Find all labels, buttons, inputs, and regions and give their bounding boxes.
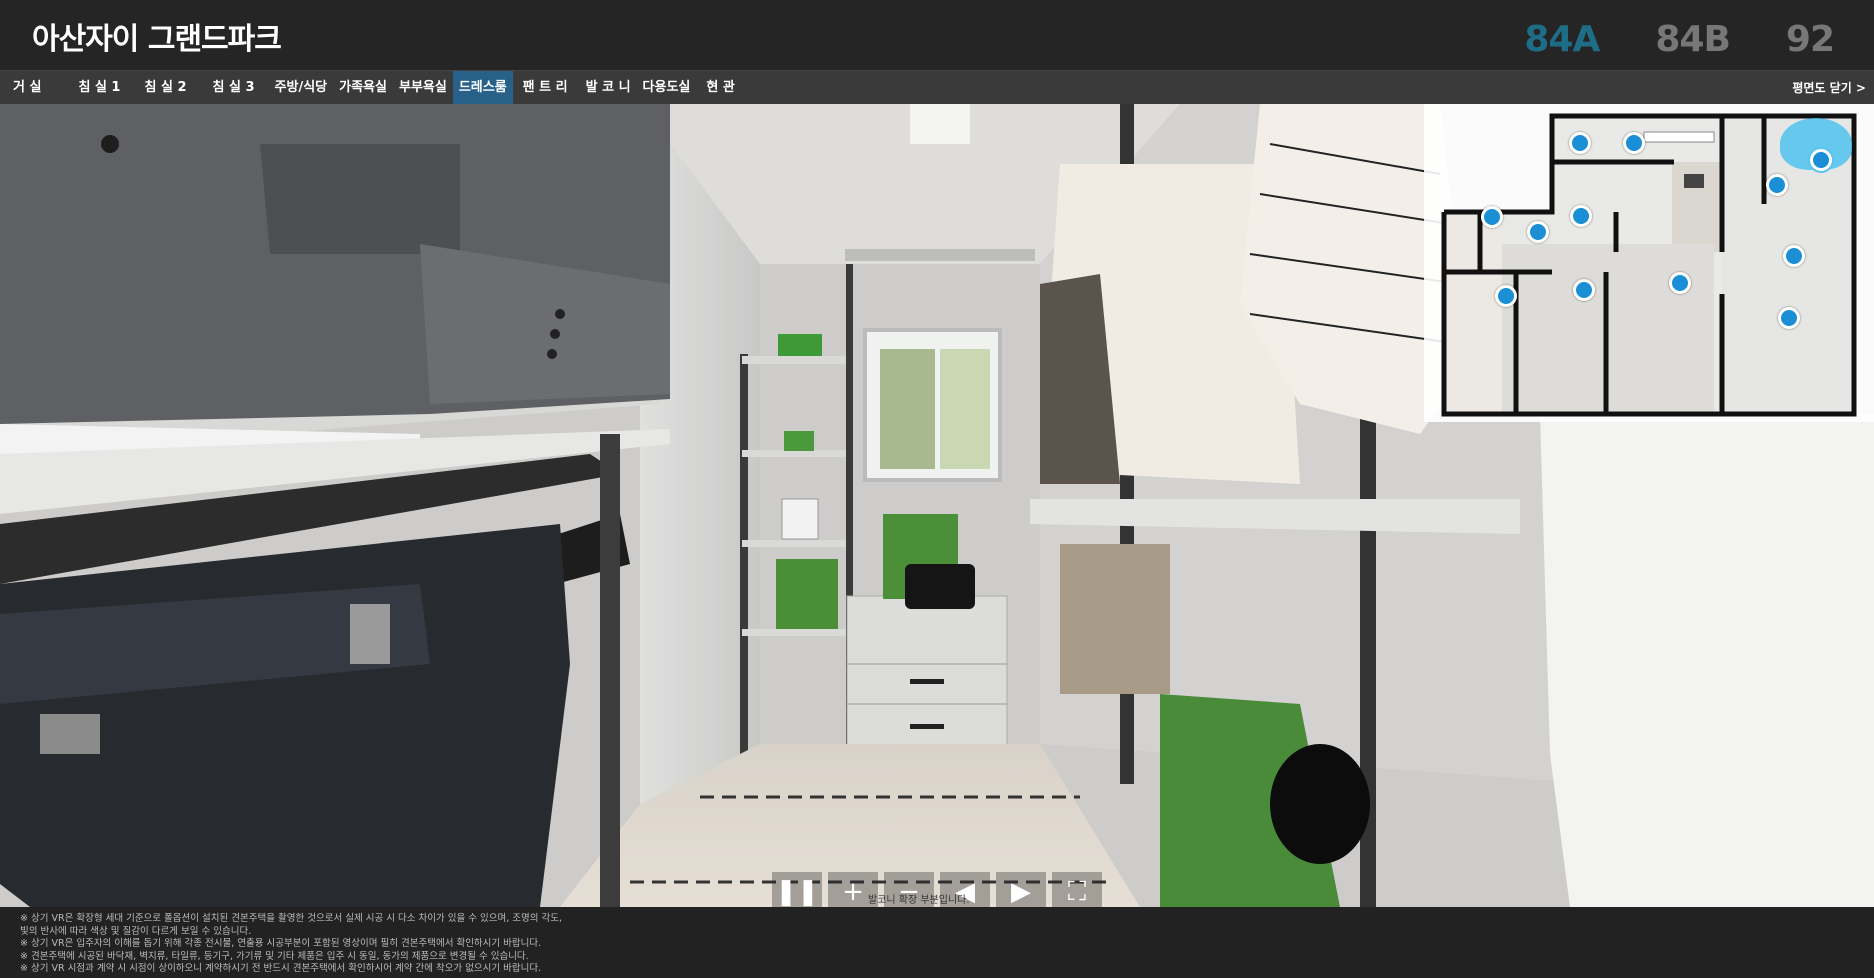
tab-84a[interactable]: 84A [1524,22,1600,58]
hotspot-4[interactable] [1527,221,1549,243]
hotspot-dressroom-current[interactable] [1810,149,1832,171]
pause-button[interactable]: ❚❚ [772,872,822,907]
close-floorplan-link[interactable]: 평면도 닫기 > [1792,71,1866,105]
vr-panorama-viewer[interactable]: ❚❚ + − ◀ ▶ ⛶ 발코니 확장 부분입니다. [0,104,1874,907]
disclaimer-line-5: ※ 상기 VR 시점과 계약 시 시점이 상이하오니 계약하시기 전 반드시 견… [20,963,542,975]
floorplan-minimap[interactable] [1424,104,1874,422]
disclaimer-line-2: 빛의 반사에 따라 색상 및 질감이 다르게 보일 수 있습니다. [20,925,252,937]
nav-utility-room[interactable]: 다용도실 [637,71,697,105]
hotspot-10[interactable] [1669,272,1691,294]
balcony-extension-caption: 발코니 확장 부분입니다. [868,895,970,906]
zoom-in-icon: + [842,877,864,907]
hotspot-3[interactable] [1481,206,1503,228]
unit-type-tabs: 84A 84B 92 [1524,22,1835,58]
hotspot-6[interactable] [1766,174,1788,196]
header-bar: 아산자이 그랜드파크 84A 84B 92 [0,0,1874,70]
tab-92[interactable]: 92 [1786,22,1835,58]
nav-family-bath[interactable]: 가족욕실 [333,71,393,105]
nav-balcony[interactable]: 발 코 니 [578,71,637,105]
nav-pantry[interactable]: 팬 트 리 [513,71,578,105]
tab-84b[interactable]: 84B [1655,22,1731,58]
room-nav: 거 실 침 실 1 침 실 2 침 실 3 주방/식당 가족욕실 부부욕실 드레… [0,70,1874,105]
hotspot-11[interactable] [1778,307,1800,329]
nav-living-room[interactable]: 거 실 [0,71,54,105]
nav-master-bath[interactable]: 부부욕실 [393,71,453,105]
hotspot-7[interactable] [1783,245,1805,267]
disclaimer-line-3: ※ 상기 VR은 입주자의 이해를 돕기 위해 각종 전시물, 연출용 시공부분… [20,938,542,950]
rotate-right-button[interactable]: ▶ [996,872,1046,907]
nav-bedroom-1[interactable]: 침 실 1 [54,71,130,105]
disclaimer-line-1: ※ 상기 VR은 확장형 세대 기준으로 폴옵션이 설치된 견본주택을 촬영한 … [20,913,562,924]
rotate-right-icon: ▶ [1011,877,1031,907]
nav-dressroom[interactable]: 드레스룸 [452,71,513,105]
nav-entrance[interactable]: 현 관 [696,71,744,105]
hotspot-1[interactable] [1569,132,1591,154]
page-title: 아산자이 그랜드파크 [32,22,282,57]
nav-kitchen[interactable]: 주방/식당 [265,71,334,105]
nav-bedroom-3[interactable]: 침 실 3 [197,71,265,105]
fullscreen-button[interactable]: ⛶ [1052,872,1102,907]
hotspot-5[interactable] [1570,205,1592,227]
nav-bedroom-2[interactable]: 침 실 2 [130,71,196,105]
disclaimer-notes: ※ 상기 VR은 확장형 세대 기준으로 폴옵션이 설치된 견본주택을 촬영한 … [0,907,1874,978]
fullscreen-icon: ⛶ [1067,876,1087,907]
disclaimer-line-4: ※ 견본주택에 시공된 바닥재, 벽지류, 타일류, 등기구, 가기류 및 기타… [20,950,529,962]
pause-icon: ❚❚ [775,877,819,907]
hotspot-8[interactable] [1495,285,1517,307]
hotspot-9[interactable] [1573,279,1595,301]
hotspot-2[interactable] [1623,132,1645,154]
